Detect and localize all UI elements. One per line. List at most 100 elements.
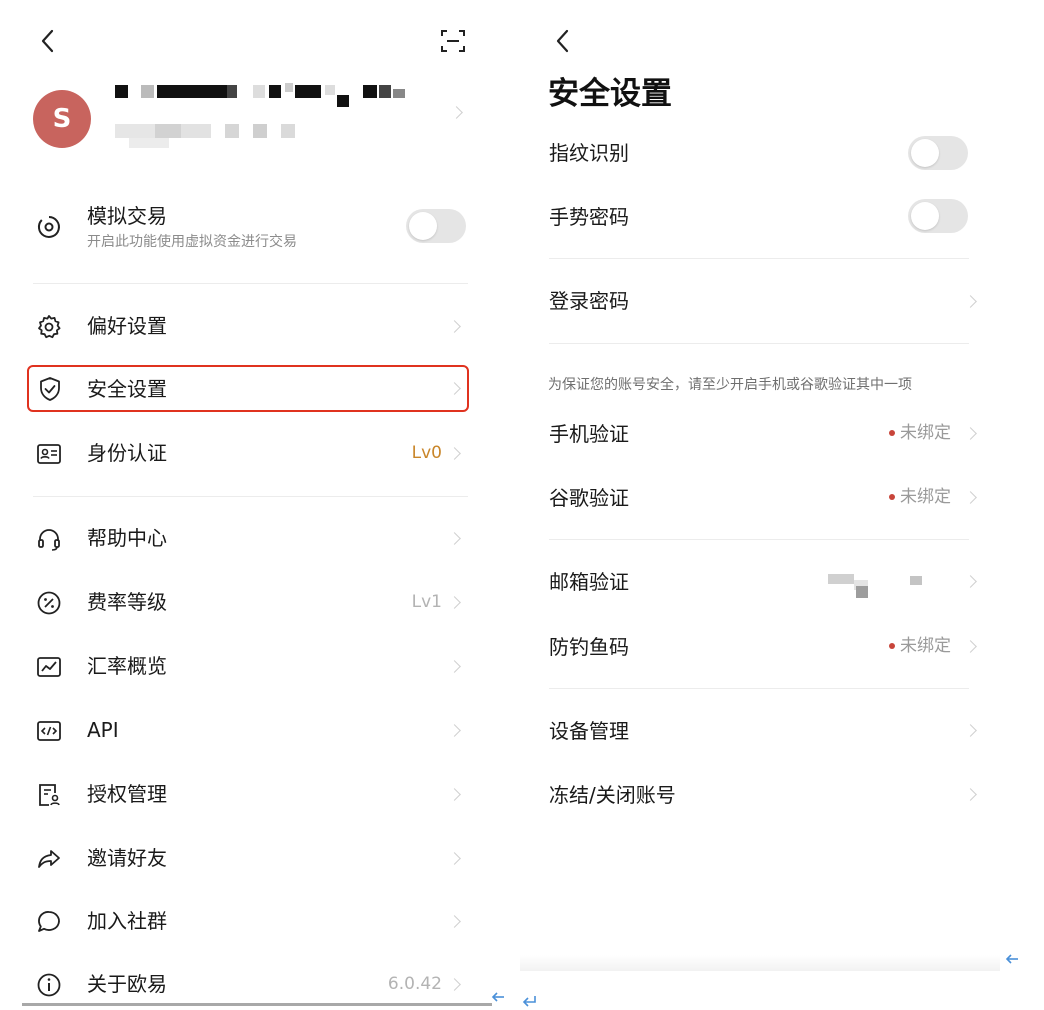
gesture-password-row: 手势密码 — [520, 194, 1044, 240]
scroll-edge-line — [22, 1003, 492, 1006]
chevron-right-icon — [448, 382, 461, 395]
menu-item-label: 偏好设置 — [87, 314, 167, 338]
divider — [33, 496, 468, 497]
menu-item-api[interactable]: API — [20, 706, 480, 756]
chevron-right-icon — [448, 596, 461, 609]
chevron-right-icon — [964, 491, 977, 504]
headset-icon — [38, 529, 60, 551]
menu-item-community[interactable]: 加入社群 — [20, 897, 480, 947]
gesture-password-label: 手势密码 — [549, 205, 629, 229]
anti-phishing-status: 未绑定 — [900, 636, 951, 656]
chart-window-icon — [37, 657, 61, 677]
menu-item-label: 帮助中心 — [87, 526, 167, 550]
page-title: 安全设置 — [548, 76, 672, 112]
divider — [549, 539, 969, 540]
gear-icon — [38, 315, 61, 339]
profile-row[interactable]: S — [0, 80, 510, 160]
scan-icon[interactable] — [440, 28, 466, 54]
divider — [33, 283, 468, 284]
avatar: S — [33, 90, 91, 148]
menu-item-label: 授权管理 — [87, 782, 167, 806]
redacted-uid — [115, 122, 315, 152]
status-dot — [889, 643, 895, 649]
redacted-email — [828, 572, 948, 602]
device-management-row[interactable]: 设备管理 — [520, 707, 1044, 753]
menu-item-authorization[interactable]: 授权管理 — [20, 770, 480, 820]
back-arrow-icon[interactable] — [38, 28, 58, 54]
chevron-right-icon — [448, 915, 461, 928]
chevron-right-icon — [448, 788, 461, 801]
chevron-right-icon — [448, 724, 461, 737]
phone-verification-status: 未绑定 — [900, 423, 951, 443]
menu-item-label: API — [87, 718, 119, 742]
fingerprint-row: 指纹识别 — [520, 130, 1044, 176]
demo-trading-icon — [37, 216, 60, 238]
menu-item-label: 邀请好友 — [87, 846, 167, 870]
gesture-password-toggle[interactable] — [908, 199, 968, 233]
security-notice: 为保证您的账号安全，请至少开启手机或谷歌验证其中一项 — [548, 377, 912, 393]
divider — [549, 343, 969, 344]
demo-trading-label: 模拟交易 — [87, 204, 167, 228]
app-version: 6.0.42 — [387, 974, 442, 994]
back-arrow-icon[interactable] — [553, 28, 573, 54]
chevron-right-icon — [964, 724, 977, 737]
freeze-account-label: 冻结/关闭账号 — [549, 783, 676, 807]
freeze-account-row[interactable]: 冻结/关闭账号 — [520, 771, 1044, 817]
menu-item-label: 身份认证 — [87, 441, 167, 465]
right-screen: 安全设置 指纹识别 手势密码 登录密码 为保证您的账号安全，请至少开启手机或谷歌… — [520, 0, 1044, 1010]
left-screen: S 模拟交易 开启此功能使用虚拟资金进行交易 偏好设置 安全设置 身份认证 Lv… — [0, 0, 510, 1010]
google-verification-status: 未绑定 — [900, 487, 951, 507]
chevron-right-icon — [964, 640, 977, 653]
menu-item-identity[interactable]: 身份认证 Lv0 — [20, 429, 480, 479]
menu-item-security[interactable]: 安全设置 — [27, 365, 469, 412]
google-verification-row[interactable]: 谷歌验证 未绑定 — [520, 474, 1044, 520]
chat-bubble-icon — [38, 911, 60, 932]
demo-trading-desc: 开启此功能使用虚拟资金进行交易 — [87, 234, 297, 250]
chevron-right-icon — [964, 575, 977, 588]
divider — [549, 688, 969, 689]
menu-item-label: 加入社群 — [87, 909, 167, 933]
shield-icon — [40, 377, 60, 401]
menu-item-label: 安全设置 — [87, 377, 167, 401]
chevron-right-icon — [448, 447, 461, 460]
chevron-right-icon — [448, 978, 461, 991]
code-icon — [37, 721, 61, 741]
identity-level: Lv0 — [411, 443, 442, 463]
phone-verification-label: 手机验证 — [549, 422, 629, 446]
email-verification-row[interactable]: 邮箱验证 — [520, 558, 1044, 604]
anti-phishing-row[interactable]: 防钓鱼码 未绑定 — [520, 623, 1044, 669]
divider — [549, 258, 969, 259]
profile-chevron-icon — [450, 106, 463, 119]
phone-verification-row[interactable]: 手机验证 未绑定 — [520, 410, 1044, 456]
device-management-label: 设备管理 — [549, 719, 629, 743]
email-verification-label: 邮箱验证 — [549, 570, 629, 594]
demo-trading-toggle[interactable] — [406, 209, 466, 243]
menu-item-help[interactable]: 帮助中心 — [20, 514, 480, 564]
status-dot — [889, 430, 895, 436]
chevron-right-icon — [448, 320, 461, 333]
demo-trading-row: 模拟交易 开启此功能使用虚拟资金进行交易 — [0, 196, 510, 260]
menu-item-invite[interactable]: 邀请好友 — [20, 834, 480, 884]
share-arrow-icon — [38, 850, 60, 868]
menu-item-label: 汇率概览 — [87, 654, 167, 678]
menu-item-exchange-rate[interactable]: 汇率概览 — [20, 642, 480, 692]
chevron-right-icon — [964, 295, 977, 308]
login-password-label: 登录密码 — [549, 289, 629, 313]
chevron-right-icon — [448, 852, 461, 865]
bottom-fade — [520, 955, 1000, 971]
chevron-right-icon — [448, 660, 461, 673]
document-user-icon — [39, 784, 60, 806]
fingerprint-toggle[interactable] — [908, 136, 968, 170]
chevron-right-icon — [448, 532, 461, 545]
menu-item-fee-level[interactable]: 费率等级 Lv1 — [20, 578, 480, 628]
info-icon — [37, 973, 61, 997]
fee-level-value: Lv1 — [411, 592, 442, 612]
status-dot — [889, 494, 895, 500]
chevron-right-icon — [964, 427, 977, 440]
id-card-icon — [37, 444, 61, 464]
google-verification-label: 谷歌验证 — [549, 486, 629, 510]
return-arrow-icon — [491, 992, 504, 1002]
menu-item-preferences[interactable]: 偏好设置 — [20, 302, 480, 352]
percent-icon — [37, 591, 61, 615]
login-password-row[interactable]: 登录密码 — [520, 278, 1044, 324]
